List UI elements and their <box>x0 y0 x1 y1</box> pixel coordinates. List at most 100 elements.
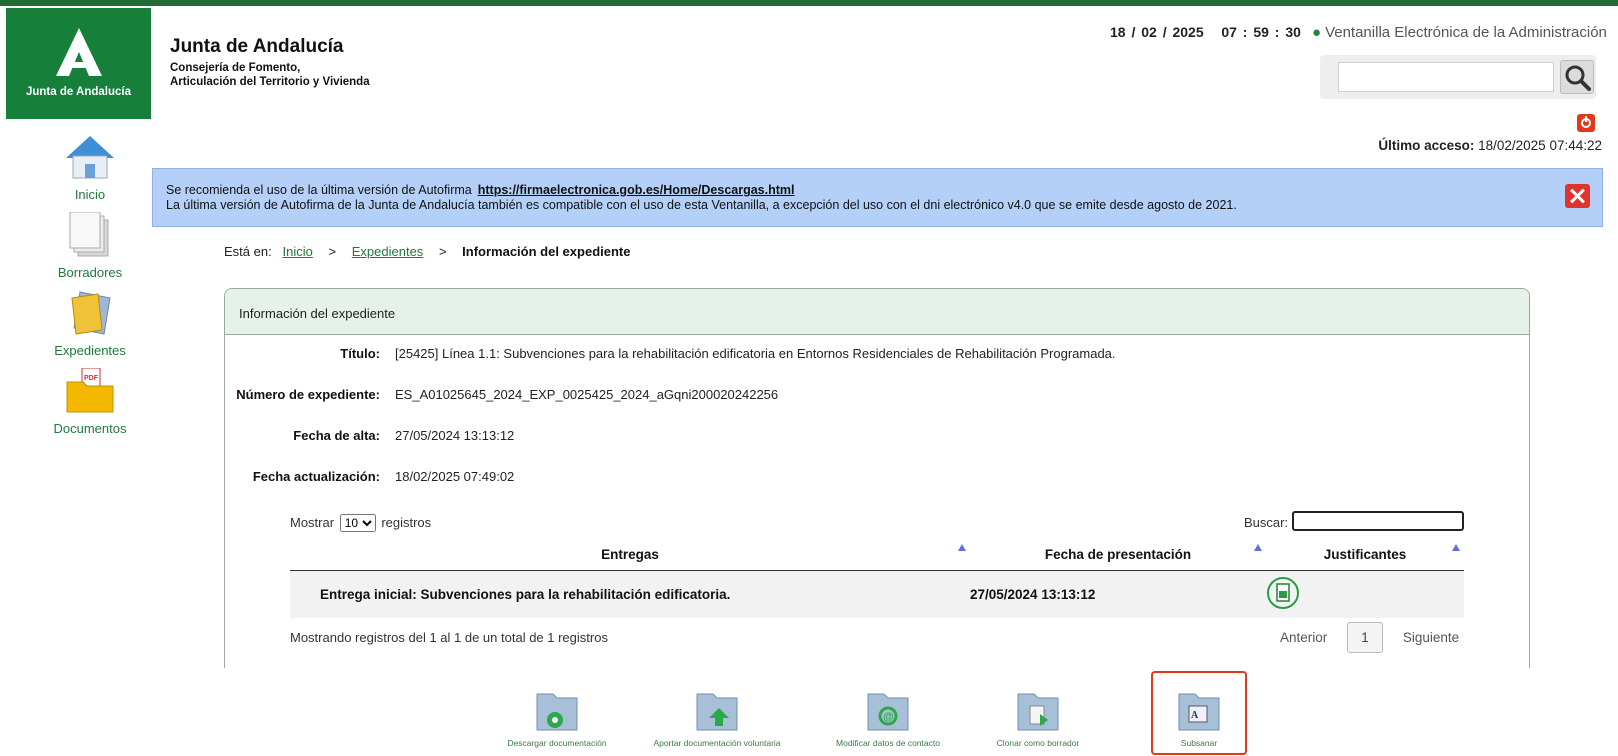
field-fecha-alta-value: 27/05/2024 13:13:12 <box>395 428 515 443</box>
cell-entrega: Entrega inicial: Subvenciones para la re… <box>290 570 970 618</box>
notice-line-1: Se recomienda el uso de la última versió… <box>166 183 795 197</box>
action-label: Modificar datos de contacto <box>836 738 940 748</box>
notice-line-2: La última versión de Autofirma de la Jun… <box>166 198 1237 212</box>
column-header-label: Justificantes <box>1323 547 1407 563</box>
action-clonar-como-borrador[interactable]: Clonar como borrador <box>983 686 1093 748</box>
sidebar-item-label: Expedientes <box>54 343 126 358</box>
org-subtitle-2: Articulación del Territorio y Vivienda <box>170 76 370 88</box>
autofirma-notice: Se recomienda el uso de la última versió… <box>152 168 1603 227</box>
pagination: Anterior 1 Siguiente <box>1280 622 1459 653</box>
breadcrumb: Está en: Inicio > Expedientes > Informac… <box>224 244 630 259</box>
column-header-fecha[interactable]: Fecha de presentación <box>970 540 1266 571</box>
action-label: Clonar como borrador <box>996 738 1080 748</box>
sidebar-item-label: Documentos <box>53 421 127 436</box>
action-label: Descargar documentación <box>507 738 607 748</box>
pagination-previous[interactable]: Anterior <box>1280 630 1327 645</box>
org-subtitle-1: Consejería de Fomento, <box>170 62 301 74</box>
sidebar-item-inicio[interactable]: Inicio <box>40 134 140 202</box>
junta-a-logo-icon <box>56 28 102 76</box>
breadcrumb-inicio[interactable]: Inicio <box>283 244 313 259</box>
sidebar-item-label: Inicio <box>74 187 106 202</box>
ventanilla-link[interactable]: ● Ventanilla Electrónica de la Administra… <box>1312 24 1607 41</box>
action-aportar-documentacion[interactable]: Aportar documentación voluntaria <box>647 686 787 748</box>
column-header-entregas[interactable]: Entregas <box>290 540 970 571</box>
pagination-page-1[interactable]: 1 <box>1347 622 1384 653</box>
cell-fecha: 27/05/2024 13:13:12 <box>970 570 1266 618</box>
sidebar-item-borradores[interactable]: Borradores <box>40 211 140 280</box>
field-titulo-value: [25425] Línea 1.1: Subvenciones para la … <box>395 346 1116 361</box>
org-title: Junta de Andalucía <box>170 36 344 57</box>
table-row: Entrega inicial: Subvenciones para la re… <box>290 570 1464 618</box>
table-search-label: Buscar: <box>1244 515 1289 530</box>
upload-folder-icon <box>696 693 738 731</box>
logout-power-icon[interactable] <box>1577 114 1595 132</box>
field-label: Número de expediente: <box>236 387 380 402</box>
sidebar-item-expedientes[interactable]: Expedientes <box>40 290 140 358</box>
action-modificar-datos-contacto[interactable]: @ Modificar datos de contacto <box>813 686 963 748</box>
sort-arrow-icon <box>1254 544 1262 551</box>
sidebar-item-label: Borradores <box>57 265 123 280</box>
table-info: Mostrando registros del 1 al 1 de un tot… <box>290 630 608 645</box>
ventanilla-text: Ventanilla Electrónica de la Administrac… <box>1325 24 1607 41</box>
field-label: Título: <box>340 346 380 361</box>
clone-folder-icon <box>1017 693 1059 731</box>
show-prefix: Mostrar <box>290 515 335 530</box>
field-numero-value: ES_A01025645_2024_EXP_0025425_2024_aGqni… <box>395 387 779 402</box>
download-folder-icon <box>536 693 578 731</box>
current-time: 07 : 59 : 30 <box>1221 24 1301 40</box>
column-header-label: Entregas <box>601 547 659 563</box>
header-search <box>1320 55 1596 99</box>
pagination-next[interactable]: Siguiente <box>1403 630 1459 645</box>
svg-text:PDF: PDF <box>84 375 99 382</box>
subsanar-folder-icon: A <box>1178 693 1220 731</box>
action-label: Subsanar <box>1180 738 1218 748</box>
cell-justificante <box>1266 570 1464 618</box>
autofirma-download-link[interactable]: https://firmaelectronica.gob.es/Home/Des… <box>478 183 795 197</box>
table-search: Buscar: <box>1244 511 1464 531</box>
last-access-label: Último acceso: <box>1378 138 1475 153</box>
svg-text:A: A <box>1191 710 1199 721</box>
field-label: Fecha de alta: <box>293 428 380 443</box>
column-header-label: Fecha de presentación <box>1044 547 1192 563</box>
sort-arrow-icon <box>1452 544 1460 551</box>
search-icon <box>1565 65 1591 91</box>
action-descargar-documentacion[interactable]: Descargar documentación <box>497 686 617 748</box>
svg-text:@: @ <box>883 711 894 723</box>
search-button[interactable] <box>1560 60 1594 94</box>
drafts-icon <box>69 211 109 257</box>
deliveries-table: Entregas Fecha de presentación Justifica… <box>290 540 1464 618</box>
page-length-select[interactable]: 10 <box>339 514 376 532</box>
sort-arrow-icon <box>958 544 966 551</box>
breadcrumb-separator: > <box>438 244 447 259</box>
close-notice-icon[interactable] <box>1565 184 1590 208</box>
field-fecha-act-value: 18/02/2025 07:49:02 <box>395 469 515 484</box>
last-access-value: 18/02/2025 07:44:22 <box>1478 138 1602 153</box>
location-pin-icon: ● <box>1312 24 1322 41</box>
folders-icon <box>71 291 111 335</box>
contact-folder-icon: @ <box>867 693 909 731</box>
last-access: Último acceso: 18/02/2025 07:44:22 <box>1378 138 1602 153</box>
action-subsanar[interactable]: A Subsanar <box>1159 686 1239 748</box>
home-icon <box>66 136 114 179</box>
breadcrumb-current: Información del expediente <box>462 244 631 259</box>
current-date: 18 / 02 / 2025 <box>1110 24 1204 40</box>
breadcrumb-prefix: Está en: <box>224 244 272 259</box>
action-label: Aportar documentación voluntaria <box>653 738 781 748</box>
show-suffix: registros <box>381 515 432 530</box>
breadcrumb-separator: > <box>328 244 337 259</box>
table-search-input[interactable] <box>1292 511 1464 531</box>
notice-text-1: Se recomienda el uso de la última versió… <box>166 183 472 197</box>
logo-text: Junta de Andalucía <box>25 86 131 98</box>
org-block: Junta de Andalucía Consejería de Fomento… <box>170 36 370 89</box>
top-accent-bar <box>0 0 1618 6</box>
table-header-row: Entregas Fecha de presentación Justifica… <box>290 540 1464 571</box>
sidebar-item-documentos[interactable]: PDF Documentos <box>40 367 140 436</box>
page-length-control: Mostrar 10 registros <box>290 514 431 532</box>
junta-logo[interactable]: Junta de Andalucía <box>6 8 151 119</box>
panel-title: Información del expediente <box>225 289 1529 335</box>
breadcrumb-expedientes[interactable]: Expedientes <box>352 244 424 259</box>
pdf-folder-icon: PDF <box>66 367 114 413</box>
column-header-justificantes[interactable]: Justificantes <box>1266 540 1464 571</box>
search-input[interactable] <box>1338 62 1554 92</box>
receipt-download-icon[interactable] <box>1266 576 1300 610</box>
